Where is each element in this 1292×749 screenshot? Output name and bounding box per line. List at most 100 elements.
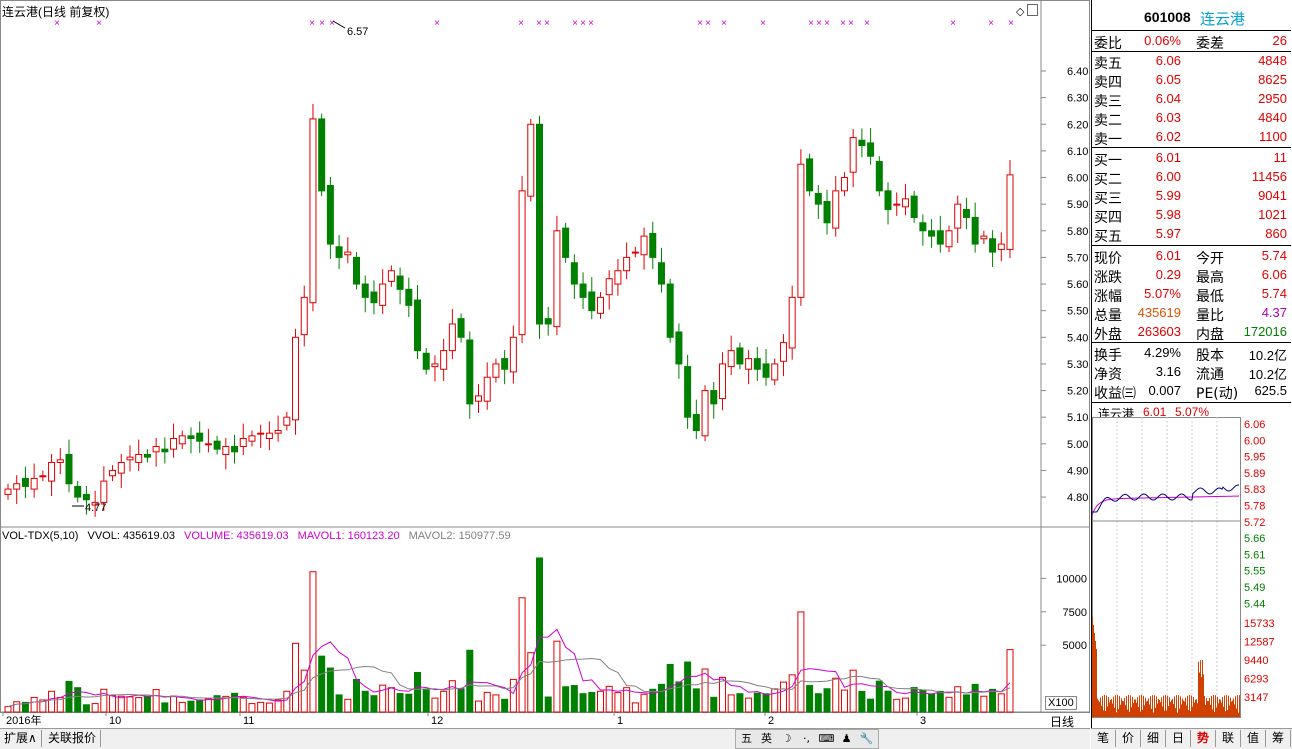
candle-body [884,190,892,210]
candle-body [980,235,988,240]
candle-body [448,323,456,352]
right-panel-tabs: 笔价细日势联值筹 [1091,728,1292,749]
price-tick-label: 6.20 [1067,119,1088,131]
candle-body [213,440,221,450]
volume-bar [518,597,526,713]
candle-body [483,376,491,402]
candle-body [806,158,814,192]
signal-marker: × [705,18,711,29]
volume-bar [623,687,631,713]
candle-body [248,435,256,442]
candle-body [509,336,517,373]
mini-price-tick: 5.66 [1244,533,1265,545]
signal-marker: × [544,18,550,29]
candle-body [596,296,604,314]
volume-bar [657,683,665,713]
volume-bar [945,696,953,713]
volume-bar [588,691,596,713]
diamond-icon[interactable]: ◇ [1016,5,1024,18]
tab-expand[interactable]: 扩展∧ [0,730,42,747]
volume-bar [806,685,814,713]
volume-bar [370,695,378,713]
kline-chart[interactable]: 6.40 6.30 6.20 6.10 6.00 5.90 5.80 5.70 5.60 5.50… [0,0,1090,728]
ask-row: 卖四 6.05 8625 [1094,72,1287,91]
candle-body [919,222,927,232]
candle-body [257,432,265,435]
signal-marker: × [697,18,703,29]
vol-vvol: VVOL: 435619.03 [87,530,175,542]
volume-bar [143,695,151,713]
right-tab[interactable]: 筹 [1266,730,1291,747]
volume-bar [570,685,578,713]
candle-body [117,461,125,474]
stock-name: 连云港 [1200,10,1246,28]
signal-marker: × [721,18,727,29]
candle-body [823,200,831,224]
bid-row: 买四 5.98 1021 [1094,207,1287,226]
candle-body [971,216,979,245]
right-tab[interactable]: 势 [1191,730,1216,747]
candle-body [1006,174,1014,250]
volume-bar [710,696,718,713]
vol-mavol1: MAVOL1: 160123.20 [297,530,400,542]
mini-price-tick: 6.06 [1244,419,1265,431]
candle-body [48,461,56,482]
volume-bar [553,640,561,713]
mini-vol-tick: 6293 [1244,674,1268,686]
candle-body [779,342,787,362]
price-tick-label: 4.80 [1067,492,1088,504]
mini-price-tick: 5.89 [1244,468,1265,480]
volume-bar [326,667,334,713]
volume-bar [980,695,988,713]
low-label: 4.77 [85,502,106,514]
volume-bar [204,698,212,713]
candle-body [82,493,90,501]
candle-body [928,230,936,237]
price-tick-label: 5.50 [1067,306,1088,318]
right-tab[interactable]: 日 [1166,730,1191,747]
candle-body [518,190,526,336]
ime-button[interactable]: 英 [758,731,775,747]
volume-bar [527,652,535,713]
volume-bar [231,692,239,713]
ime-button[interactable]: ⌨ [818,731,835,747]
right-tab[interactable]: 细 [1141,730,1166,747]
volume-bar [405,693,413,713]
ime-button[interactable]: 🔧 [858,731,875,747]
tab-related-quotes[interactable]: 关联报价 [44,730,102,747]
ime-button[interactable]: 五 [738,731,755,747]
volume-bar [109,695,117,713]
bid-row: 买五 5.97 860 [1094,226,1287,245]
signal-marker: × [760,18,766,29]
volume-bar [353,678,361,713]
window-toggle-icon[interactable] [1027,4,1038,16]
signal-marker: × [319,18,325,29]
candle-body [692,414,700,432]
ime-button[interactable]: ☽ [778,731,795,747]
candle-body [283,416,291,426]
volume-bar [535,557,543,713]
candle-body [544,318,552,325]
candle-body [21,477,29,487]
candle-body [753,358,761,370]
right-tab[interactable]: 笔 [1091,730,1116,747]
ime-button[interactable]: ·, [798,731,815,747]
candle-body [13,483,21,490]
time-tick-label: 12 [431,715,443,727]
mini-price-tick: 5.61 [1244,549,1265,561]
right-tab[interactable]: 价 [1116,730,1141,747]
volume-bar [753,692,761,713]
volume-unit: X100 [1045,696,1077,710]
volume-bar [361,690,369,713]
candle-body [440,350,448,370]
right-tab[interactable]: 值 [1241,730,1266,747]
price-tick-label: 4.90 [1067,465,1088,477]
volume-bar [396,693,404,713]
candle-body [535,123,543,325]
ime-button[interactable]: ♟ [838,731,855,747]
right-tab[interactable]: 联 [1216,730,1241,747]
intraday-mini-chart[interactable]: 6.06 6.00 5.95 5.89 5.83 5.78 5.72 5.66 5.61 5.55… [1092,417,1292,720]
volume-bar [509,678,517,713]
price-tick-label: 5.90 [1067,199,1088,211]
candle-body [605,278,613,296]
